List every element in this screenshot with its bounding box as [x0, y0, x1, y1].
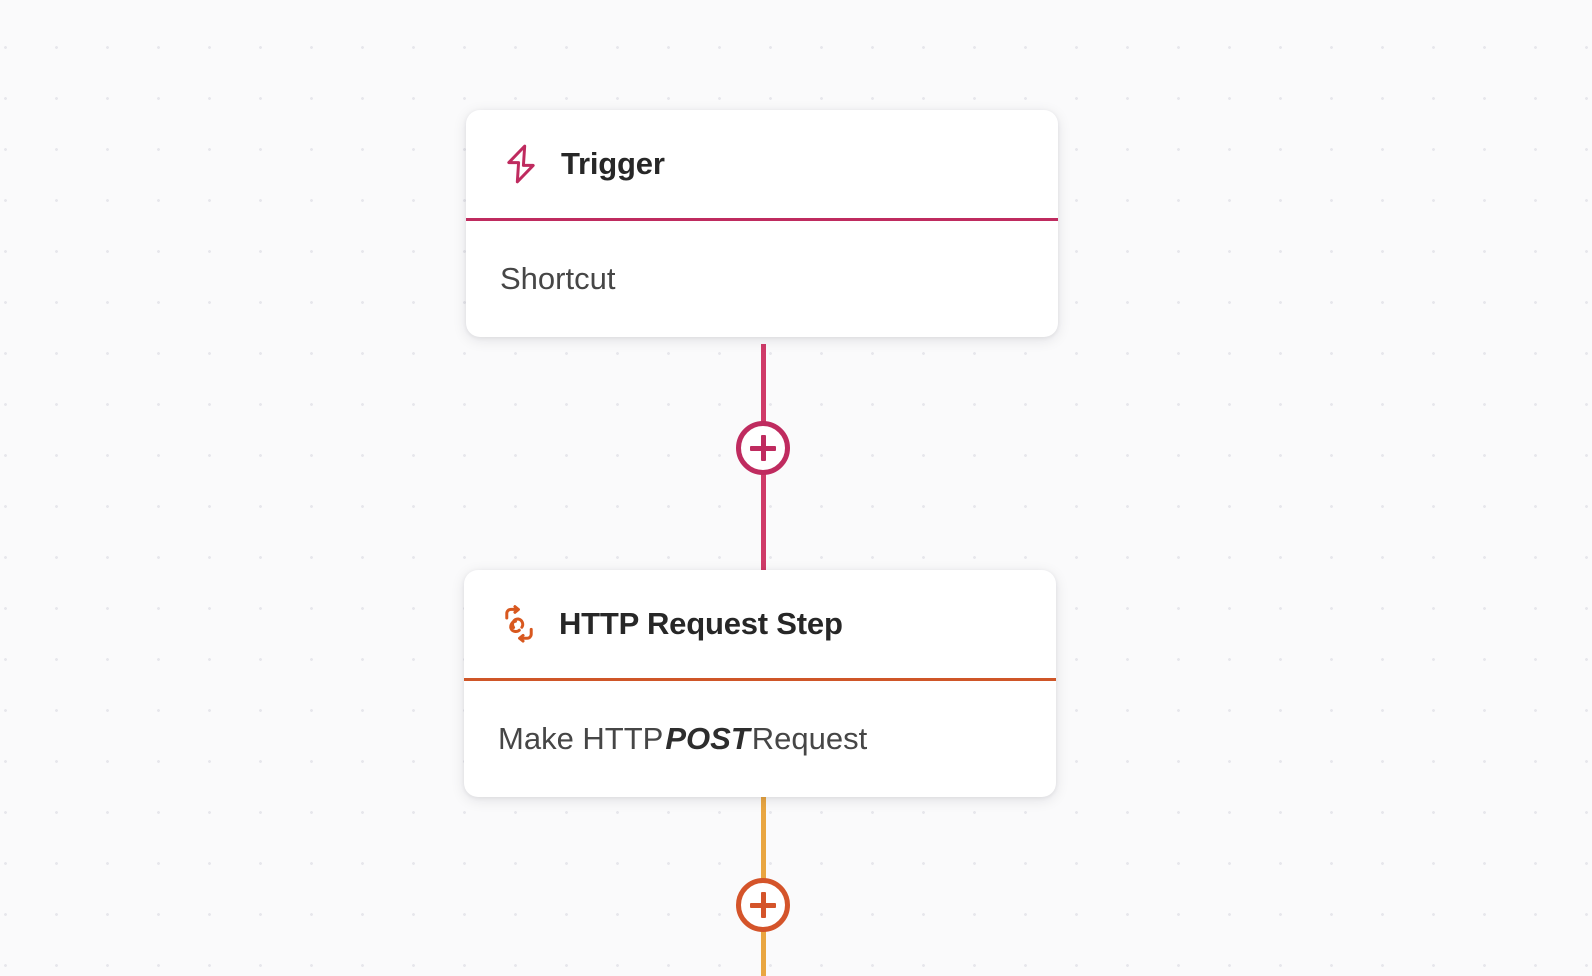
node-header-http-request-step: HTTP Request Step	[464, 570, 1056, 678]
node-body-suffix: Request	[751, 721, 868, 756]
node-body-http-method: POST	[665, 721, 750, 756]
add-step-button-after-trigger[interactable]	[736, 421, 790, 475]
node-body-http-request-step: Make HTTP POST Request	[464, 681, 1056, 797]
node-body-prefix: Make HTTP	[498, 721, 664, 756]
lightning-bolt-icon	[500, 143, 542, 185]
plus-icon-vertical-bar	[760, 435, 766, 461]
node-header-trigger: Trigger	[466, 110, 1058, 218]
node-card-http-request-step[interactable]: HTTP Request Step Make HTTP POST Request	[464, 570, 1056, 797]
workflow-canvas[interactable]: Trigger Shortcut HTTP Request Step Make …	[0, 0, 1592, 976]
chain-link-icon	[498, 603, 540, 645]
plus-icon-vertical-bar	[760, 892, 766, 918]
add-step-button-after-http-request-step[interactable]	[736, 878, 790, 932]
node-title-trigger: Trigger	[561, 146, 665, 181]
node-card-trigger[interactable]: Trigger Shortcut	[466, 110, 1058, 337]
node-body-text-trigger: Shortcut	[500, 261, 616, 296]
node-body-trigger: Shortcut	[466, 221, 1058, 337]
node-title-http-request-step: HTTP Request Step	[559, 606, 843, 641]
